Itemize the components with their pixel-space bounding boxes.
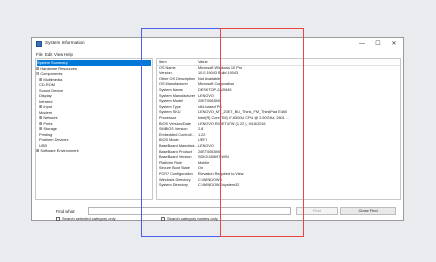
system-information-window: System Information — ☐ ✕ File Edit View …: [31, 37, 404, 221]
search-selected-category-label: Search selected category only: [62, 216, 116, 221]
minimize-button[interactable]: —: [356, 39, 368, 49]
find-input[interactable]: [88, 207, 291, 215]
find-button[interactable]: Find: [296, 207, 338, 215]
row-item: System Directory: [159, 183, 188, 188]
tree-item-software-environment[interactable]: ⊞ Software Environment: [36, 148, 79, 154]
menu-file[interactable]: File: [36, 52, 43, 57]
table-row[interactable]: System Directory C:\WINDOWS\system32: [157, 183, 400, 189]
search-category-names-checkbox[interactable]: Search category names only: [161, 216, 218, 221]
window-title: System Information: [45, 40, 85, 45]
close-find-button[interactable]: Close Find: [340, 207, 396, 215]
row-value: C:\WINDOWS\system32: [198, 183, 240, 188]
column-header-value[interactable]: Value: [198, 59, 208, 65]
search-category-names-label: Search category names only: [167, 216, 218, 221]
checkbox-square[interactable]: [56, 216, 60, 221]
category-tree[interactable]: System Summary ⊞ Hardware Resources ⊟ Co…: [35, 58, 153, 200]
menu-view[interactable]: View: [54, 52, 63, 57]
close-button[interactable]: ✕: [388, 39, 400, 49]
title-bar[interactable]: System Information — ☐ ✕: [32, 38, 403, 51]
search-selected-category-checkbox[interactable]: Search selected category only: [56, 216, 116, 221]
details-table: Item Value OS Name Microsoft Windows 10 P…: [156, 58, 401, 200]
system-information-app-icon: [36, 41, 42, 47]
menu-help[interactable]: Help: [64, 52, 73, 57]
maximize-button[interactable]: ☐: [372, 39, 384, 49]
checkbox-square[interactable]: [161, 216, 165, 221]
column-header-item[interactable]: Item: [159, 59, 167, 65]
menu-edit[interactable]: Edit: [45, 52, 52, 57]
find-label: Find what:: [56, 209, 76, 214]
